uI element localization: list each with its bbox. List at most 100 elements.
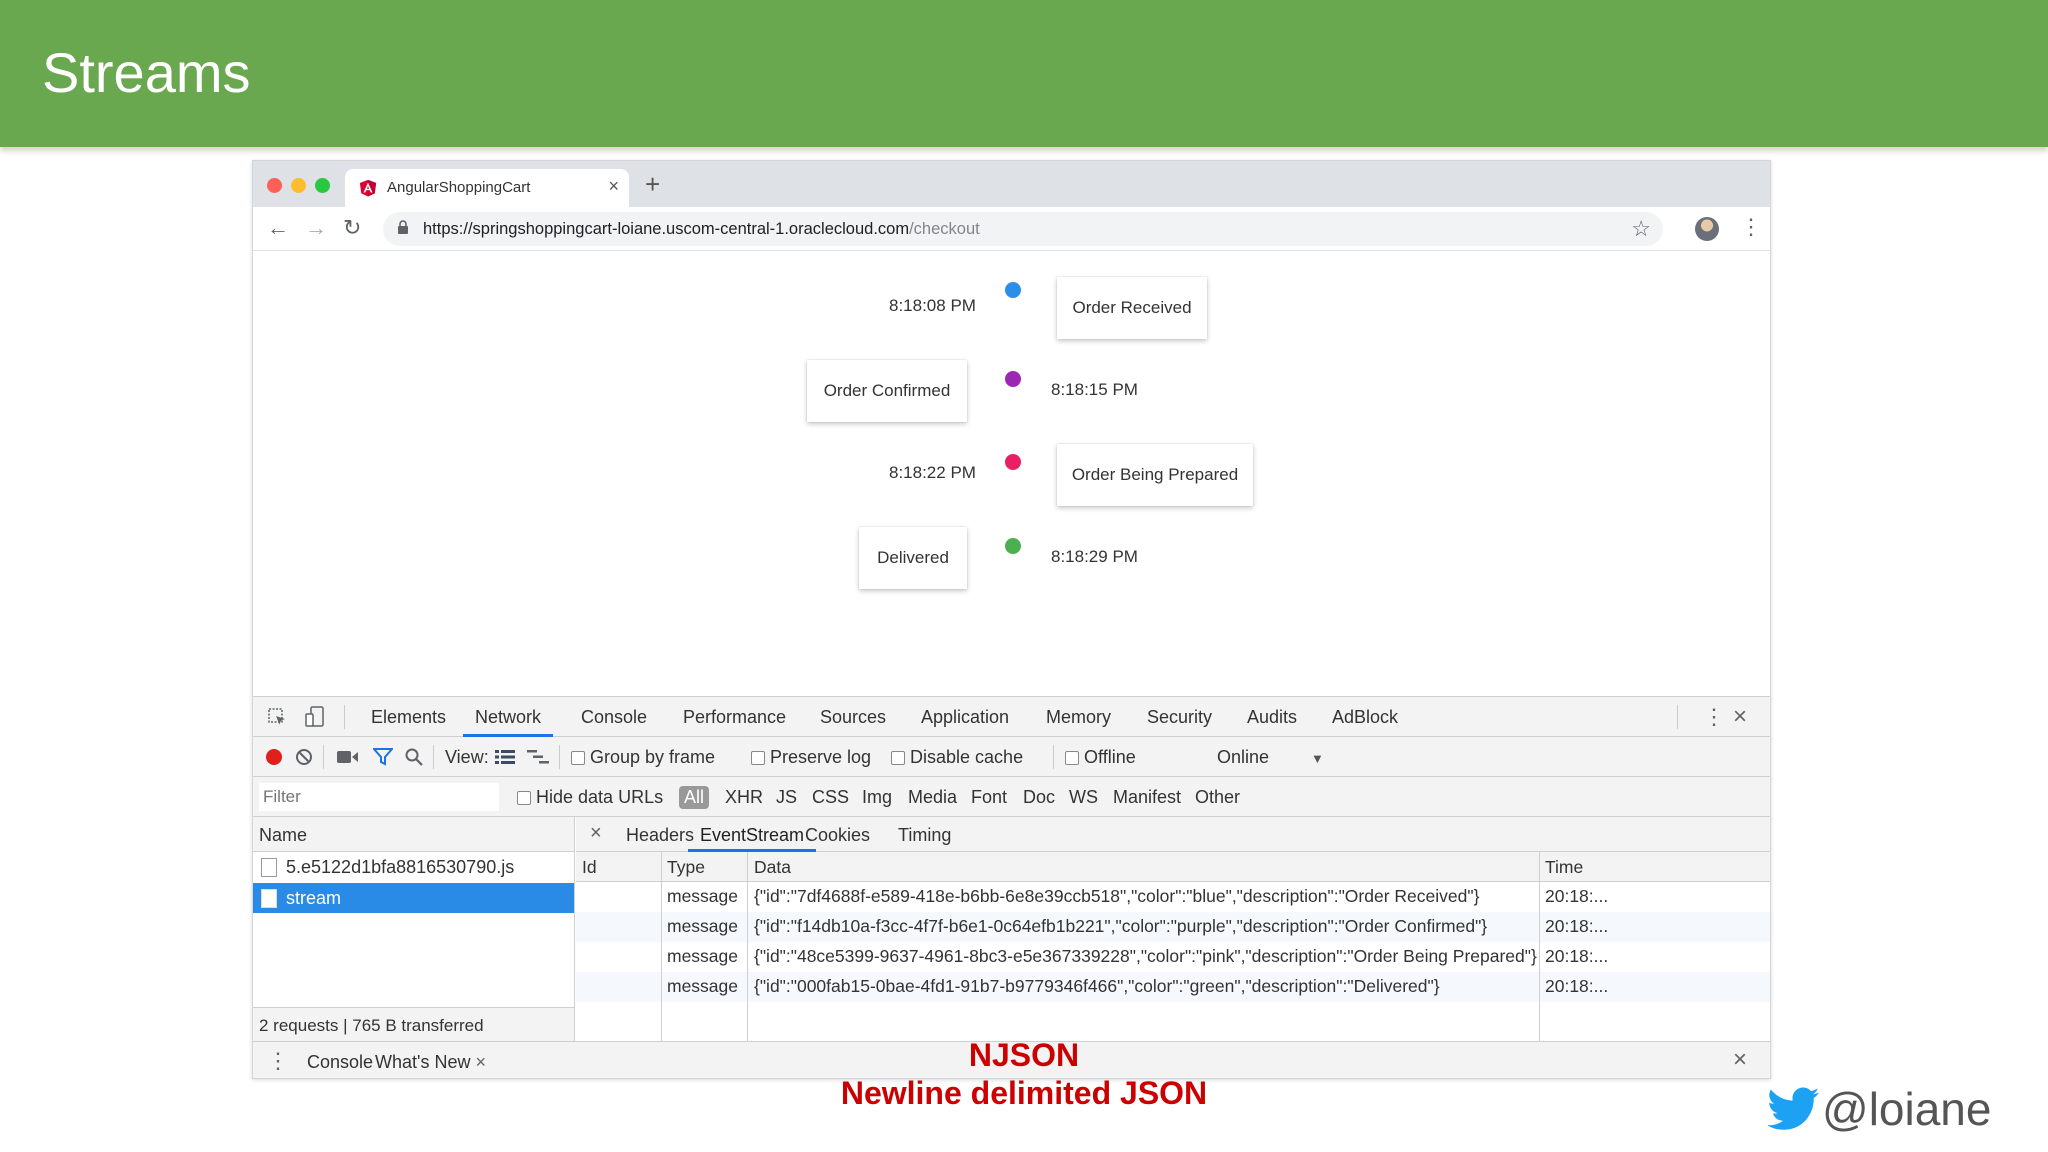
profile-avatar[interactable] <box>1695 217 1719 241</box>
detail-tab-eventstream[interactable]: EventStream <box>688 825 817 852</box>
timeline-time: 8:18:08 PM <box>889 296 976 315</box>
filter-type-other[interactable]: Other <box>1195 787 1240 808</box>
detail-tab-cookies[interactable]: Cookies <box>805 825 870 846</box>
request-row[interactable]: 5.e5122d1bfa8816530790.js <box>253 852 574 882</box>
hide-data-urls-checkbox[interactable]: Hide data URLs <box>517 787 663 808</box>
detail-tab-timing[interactable]: Timing <box>898 825 951 846</box>
record-icon[interactable] <box>266 749 282 765</box>
slide-header: Streams <box>0 0 2048 147</box>
request-row-selected[interactable]: stream <box>253 883 574 913</box>
tab-application[interactable]: Application <box>921 707 1009 728</box>
close-detail-icon[interactable]: × <box>590 822 602 845</box>
event-time: 20:18:... <box>1545 976 1609 996</box>
filter-type-xhr[interactable]: XHR <box>725 787 763 808</box>
devtools-menu-icon[interactable]: ⋮ <box>1703 704 1725 730</box>
caption-subtitle: Newline delimited JSON <box>840 1075 1208 1111</box>
event-data: {"id":"000fab15-0bae-4fd1-91b7-b9779346f… <box>754 976 1440 996</box>
event-row[interactable]: message {"id":"f14db10a-f3cc-4f7f-b6e1-0… <box>576 912 1770 942</box>
filter-type-manifest[interactable]: Manifest <box>1113 787 1181 808</box>
filter-bar: Hide data URLs All XHR JS CSS Img Media … <box>253 777 1770 817</box>
file-icon <box>261 858 277 877</box>
filter-type-img[interactable]: Img <box>862 787 892 808</box>
offline-label: Offline <box>1084 747 1136 767</box>
tab-close-icon[interactable]: × <box>608 176 619 197</box>
column-header-time[interactable]: Time <box>1545 857 1583 878</box>
event-row[interactable]: message {"id":"7df4688f-e589-418e-b6bb-6… <box>576 882 1770 912</box>
tab-performance[interactable]: Performance <box>683 707 786 728</box>
column-header-id[interactable]: Id <box>582 857 597 878</box>
filter-type-all[interactable]: All <box>679 786 710 809</box>
new-tab-icon[interactable]: + <box>645 169 660 200</box>
timeline-card: Order Confirmed <box>807 360 967 422</box>
request-name: 5.e5122d1bfa8816530790.js <box>286 857 515 877</box>
reload-icon[interactable]: ↻ <box>343 215 361 241</box>
chevron-down-icon: ▼ <box>1311 751 1324 766</box>
tab-security[interactable]: Security <box>1147 707 1212 728</box>
filter-type-font[interactable]: Font <box>971 787 1007 808</box>
device-toolbar-icon[interactable] <box>305 706 325 728</box>
window-minimize-button[interactable] <box>291 178 306 193</box>
preserve-log-checkbox[interactable]: Preserve log <box>751 747 871 768</box>
browser-menu-icon[interactable]: ⋮ <box>1740 214 1762 240</box>
video-camera-icon[interactable] <box>337 750 359 764</box>
disable-cache-checkbox[interactable]: Disable cache <box>891 747 1023 768</box>
event-time: 20:18:... <box>1545 886 1609 906</box>
timeline-dot-purple <box>1005 371 1021 387</box>
large-rows-icon[interactable] <box>495 749 515 765</box>
forward-icon[interactable]: → <box>305 215 327 241</box>
inspect-element-icon[interactable] <box>267 707 287 727</box>
lock-icon <box>398 220 408 234</box>
window-close-button[interactable] <box>267 178 282 193</box>
tab-title: AngularShoppingCart <box>387 179 531 196</box>
caption-title: NJSON <box>968 1037 1080 1073</box>
twitter-bird-icon <box>1768 1087 1820 1130</box>
tab-sources[interactable]: Sources <box>820 707 886 728</box>
clear-icon[interactable] <box>295 748 313 766</box>
event-stream-pane: × Headers EventStream Cookies Timing Id … <box>576 817 1770 1041</box>
back-icon[interactable]: ← <box>267 215 289 241</box>
event-type: message <box>667 886 739 906</box>
browser-toolbar: ← → ↻ https://springshoppingcart-loiane.… <box>253 207 1770 251</box>
filter-type-css[interactable]: CSS <box>812 787 849 808</box>
filter-type-ws[interactable]: WS <box>1069 787 1098 808</box>
bookmark-star-icon[interactable]: ☆ <box>1631 216 1651 242</box>
column-header-data[interactable]: Data <box>754 857 791 878</box>
filter-type-doc[interactable]: Doc <box>1023 787 1055 808</box>
event-row[interactable]: message {"id":"48ce5399-9637-4961-8bc3-e… <box>576 942 1770 972</box>
search-icon[interactable] <box>405 748 423 766</box>
group-by-frame-checkbox[interactable]: Group by frame <box>571 747 715 768</box>
event-row[interactable]: message {"id":"000fab15-0bae-4fd1-91b7-b… <box>576 972 1770 1002</box>
filter-type-js[interactable]: JS <box>776 787 797 808</box>
tab-audits[interactable]: Audits <box>1247 707 1297 728</box>
devtools-panel: Elements Network Console Performance Sou… <box>253 696 1770 1078</box>
events-table-header: Id Type Data Time <box>576 852 1770 882</box>
column-divider <box>1539 852 1540 1041</box>
address-bar[interactable]: https://springshoppingcart-loiane.uscom-… <box>383 212 1663 246</box>
event-time: 20:18:... <box>1545 916 1609 936</box>
timeline-dot-pink <box>1005 454 1021 470</box>
browser-tab[interactable]: AngularShoppingCart × <box>345 169 629 207</box>
tab-adblock[interactable]: AdBlock <box>1332 707 1398 728</box>
name-column-header[interactable]: Name <box>259 825 307 846</box>
summary-bar: 2 requests | 765 B transferred <box>253 1007 574 1041</box>
tab-memory[interactable]: Memory <box>1046 707 1111 728</box>
devtools-close-icon[interactable]: × <box>1733 703 1747 731</box>
filter-type-media[interactable]: Media <box>908 787 957 808</box>
offline-checkbox[interactable]: Offline <box>1065 747 1136 768</box>
detail-tab-headers[interactable]: Headers <box>626 825 694 846</box>
tab-console[interactable]: Console <box>581 707 647 728</box>
filter-input[interactable] <box>259 783 499 811</box>
filter-icon[interactable] <box>373 748 393 766</box>
requests-pane: Name 5.e5122d1bfa8816530790.js stream 2 … <box>253 817 575 1041</box>
throttling-select[interactable]: Online ▼ <box>1217 747 1324 768</box>
timeline-time: 8:18:29 PM <box>1051 547 1138 566</box>
request-name: stream <box>286 888 342 908</box>
column-divider <box>747 852 748 1041</box>
timeline-dot-green <box>1005 538 1021 554</box>
tab-network[interactable]: Network <box>463 707 554 737</box>
column-header-type[interactable]: Type <box>667 857 705 878</box>
window-maximize-button[interactable] <box>315 178 330 193</box>
tab-elements[interactable]: Elements <box>371 707 446 728</box>
summary-text: 2 requests | 765 B transferred <box>259 1016 484 1035</box>
waterfall-icon[interactable] <box>527 749 551 765</box>
